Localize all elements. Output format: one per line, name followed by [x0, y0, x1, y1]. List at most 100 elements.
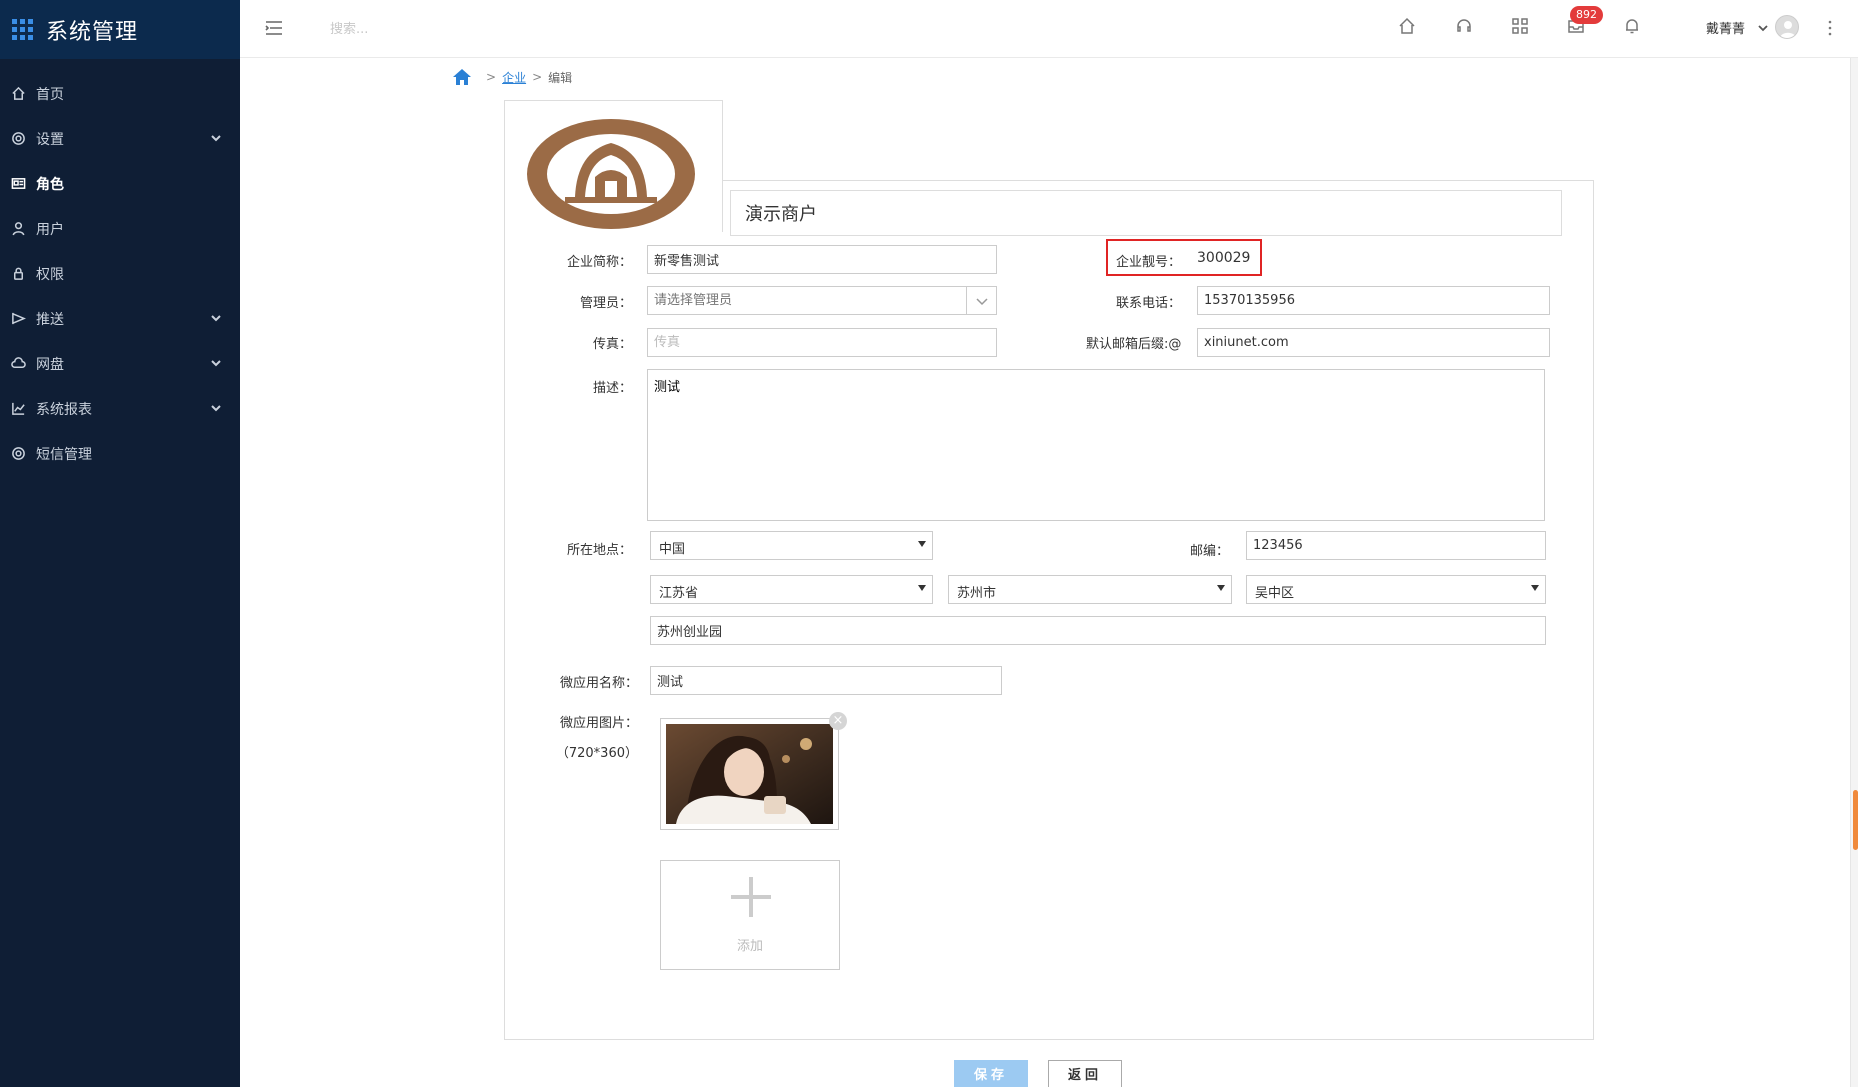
- more-vertical-icon[interactable]: [1826, 18, 1834, 38]
- sidebar-item-users[interactable]: 用户: [0, 206, 240, 251]
- description-textarea[interactable]: 测试: [647, 369, 1545, 521]
- sidebar-item-label: 角色: [36, 176, 64, 193]
- zip-input[interactable]: [1246, 531, 1546, 560]
- home-icon[interactable]: [1398, 17, 1418, 37]
- app-name-label: 微应用名称：: [559, 676, 638, 691]
- app-image-label: 微应用图片：: [559, 716, 638, 731]
- chevron-down-icon: [210, 132, 222, 144]
- topbar: [240, 0, 1858, 58]
- chevron-down-icon[interactable]: [1758, 21, 1768, 32]
- gear-icon: [10, 131, 26, 147]
- chevron-down-icon: [210, 357, 222, 369]
- company-logo-tab[interactable]: [504, 100, 723, 232]
- notification-badge: 892: [1570, 6, 1603, 24]
- zip-label: 邮编：: [1190, 544, 1230, 559]
- cloud-icon: [10, 356, 26, 372]
- caret-down-icon: [918, 585, 926, 591]
- sidebar-item-label: 推送: [36, 311, 64, 328]
- plus-icon: [731, 877, 771, 917]
- admin-select[interactable]: [647, 286, 997, 315]
- breadcrumb-separator: >: [532, 70, 543, 84]
- user-icon: [10, 221, 26, 237]
- province-select-value: 江苏省: [659, 586, 699, 601]
- page-scrollbar[interactable]: [1850, 58, 1858, 1087]
- brand: 系统管理: [0, 0, 240, 59]
- home-icon: [10, 86, 26, 102]
- short-name-input[interactable]: [647, 245, 997, 274]
- apps-grid-icon[interactable]: [12, 18, 34, 41]
- app-name-input[interactable]: [650, 666, 1002, 695]
- phone-input[interactable]: [1197, 286, 1550, 315]
- district-select[interactable]: 吴中区: [1246, 575, 1546, 604]
- company-code-value: 300029: [1197, 250, 1251, 266]
- sidebar-item-label: 系统报表: [36, 401, 92, 418]
- add-image-label: 添加: [736, 939, 763, 954]
- sidebar-item-label: 首页: [36, 86, 64, 103]
- menu-toggle-icon[interactable]: [264, 18, 284, 38]
- sidebar-nav: 首页 设置 角色 用户 权限 推送 网盘 系统报表 短信管理: [0, 71, 240, 476]
- search-input[interactable]: [330, 18, 530, 40]
- headset-icon[interactable]: [1455, 17, 1475, 37]
- sidebar-item-label: 用户: [36, 221, 64, 238]
- caret-down-icon: [1217, 585, 1225, 591]
- grid-icon[interactable]: [1511, 17, 1531, 37]
- bell-icon[interactable]: [1623, 17, 1643, 37]
- sidebar-item-permissions[interactable]: 权限: [0, 251, 240, 296]
- email-suffix-input[interactable]: [1197, 328, 1550, 357]
- sidebar-item-home[interactable]: 首页: [0, 71, 240, 116]
- district-select-value: 吴中区: [1255, 586, 1295, 601]
- admin-label: 管理员：: [579, 296, 632, 311]
- app-image-thumbnail[interactable]: [660, 718, 839, 830]
- home-icon[interactable]: [452, 68, 472, 86]
- sidebar-item-cloud-drive[interactable]: 网盘: [0, 341, 240, 386]
- description-label: 描述：: [592, 381, 632, 396]
- company-code-label: 企业靓号：: [1116, 255, 1182, 270]
- fax-input[interactable]: [647, 328, 997, 357]
- country-select-value: 中国: [659, 542, 686, 557]
- city-select-value: 苏州市: [957, 586, 997, 601]
- save-button[interactable]: 保存: [954, 1060, 1028, 1087]
- sidebar-item-label: 网盘: [36, 356, 64, 373]
- id-card-icon: [10, 176, 26, 192]
- location-label: 所在地点：: [566, 543, 632, 558]
- sidebar-item-reports[interactable]: 系统报表: [0, 386, 240, 431]
- lock-icon: [10, 266, 26, 282]
- sidebar-item-label: 短信管理: [36, 446, 92, 463]
- short-name-label: 企业简称：: [566, 255, 632, 270]
- remove-image-button[interactable]: ×: [829, 712, 847, 730]
- breadcrumb-link-company[interactable]: 企业: [502, 69, 526, 86]
- chevron-down-icon: [210, 312, 222, 324]
- sidebar-item-settings[interactable]: 设置: [0, 116, 240, 161]
- add-image-button[interactable]: 添加: [660, 860, 840, 970]
- sidebar-item-push[interactable]: 推送: [0, 296, 240, 341]
- province-select[interactable]: 江苏省: [650, 575, 933, 604]
- chart-icon: [10, 401, 26, 417]
- breadcrumb-separator: >: [486, 70, 497, 84]
- company-logo-seal: [527, 119, 695, 229]
- caret-down-icon: [1531, 585, 1539, 591]
- email-suffix-label: 默认邮箱后缀:@: [1086, 337, 1182, 352]
- fax-label: 传真：: [592, 337, 632, 352]
- sidebar-item-label: 权限: [36, 266, 64, 283]
- city-select[interactable]: 苏州市: [948, 575, 1232, 604]
- avatar[interactable]: [1775, 15, 1799, 39]
- user-name[interactable]: 戴菁菁: [1706, 18, 1745, 37]
- phone-label: 联系电话：: [1116, 296, 1182, 311]
- scrollbar-thumb[interactable]: [1853, 790, 1858, 850]
- app-image-size-hint: （720*360）: [555, 746, 638, 761]
- send-icon: [10, 311, 26, 327]
- back-button[interactable]: 返回: [1048, 1060, 1122, 1087]
- breadcrumb: > 企业 > 编辑: [452, 68, 572, 86]
- country-select[interactable]: 中国: [650, 531, 933, 560]
- address-input[interactable]: [650, 616, 1546, 645]
- caret-down-icon: [918, 541, 926, 547]
- chevron-down-icon[interactable]: [966, 287, 996, 314]
- sidebar-item-sms[interactable]: 短信管理: [0, 431, 240, 476]
- sidebar: 系统管理 首页 设置 角色 用户 权限 推送 网盘 系统报表 短信管理: [0, 0, 240, 1087]
- chevron-down-icon: [210, 402, 222, 414]
- sidebar-item-label: 设置: [36, 131, 64, 148]
- sidebar-item-role[interactable]: 角色: [0, 161, 240, 206]
- admin-select-input[interactable]: [648, 287, 958, 314]
- brand-title: 系统管理: [46, 19, 139, 45]
- company-name-input[interactable]: [730, 190, 1562, 236]
